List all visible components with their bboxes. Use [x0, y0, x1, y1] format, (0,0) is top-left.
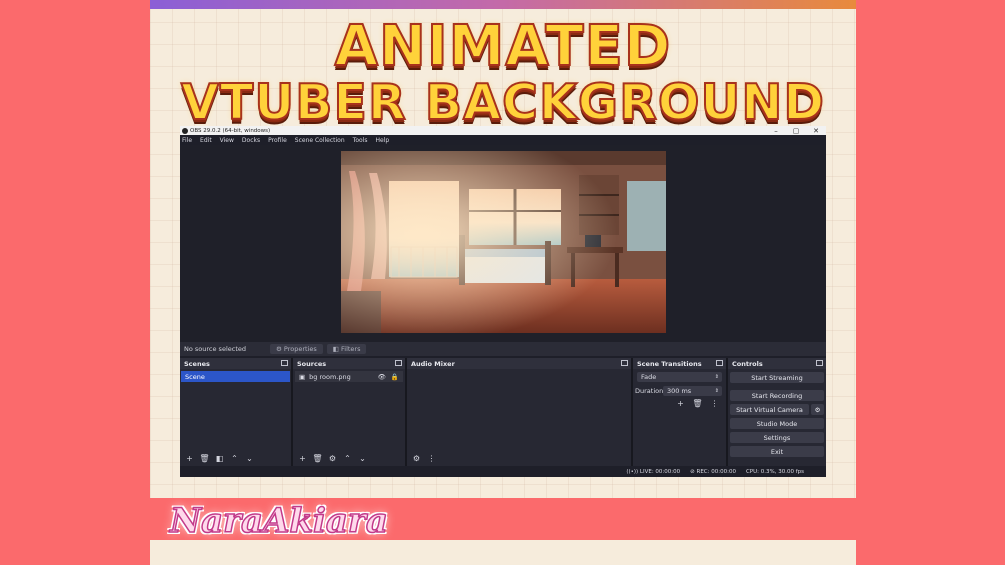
chevron-updown-icon: ⇕ — [714, 388, 719, 394]
room-background-image — [341, 151, 666, 333]
room-illustration — [341, 151, 666, 333]
filters-button[interactable]: ◧ Filters — [326, 344, 367, 354]
menu-profile[interactable]: Profile — [268, 137, 287, 144]
menu-help[interactable]: Help — [375, 137, 389, 144]
image-icon: ▣ — [299, 372, 306, 381]
eye-icon[interactable]: 👁 — [378, 373, 386, 381]
title-bar: OBS 29.0.2 (64-bit, windows) – ▢ ✕ — [180, 126, 826, 135]
menu-docks[interactable]: Docks — [242, 137, 260, 144]
headline-line-1: ANIMATED — [334, 13, 672, 80]
scenes-dock: Scenes Scene + 🗑 ◧ ⌃ ⌄ — [180, 358, 291, 468]
window-title: OBS 29.0.2 (64-bit, windows) — [190, 127, 271, 134]
signature-logo: NaraAkiara — [169, 500, 388, 542]
no-source-label: No source selected — [184, 345, 246, 353]
sources-dock: Sources ▣ bg room.png 👁 🔒 + 🗑 ⚙ ⌃ ⌄ — [293, 358, 405, 468]
headline-line-2: VTUBER BACKGROUND — [180, 73, 826, 132]
scenes-title: Scenes — [184, 359, 210, 368]
gear-icon[interactable]: ⚙ — [327, 454, 338, 464]
chevron-down-icon[interactable]: ⌄ — [357, 454, 368, 464]
live-time: LIVE: 00:00:00 — [639, 468, 681, 475]
undock-icon[interactable] — [816, 360, 823, 366]
trash-icon[interactable]: 🗑 — [692, 399, 703, 409]
trash-icon[interactable]: 🗑 — [199, 454, 210, 464]
add-icon[interactable]: + — [297, 454, 308, 464]
filters-label: Filters — [341, 345, 361, 353]
audio-mixer-dock: Audio Mixer ⚙ ⋮ — [407, 358, 631, 468]
filter-icon[interactable]: ◧ — [214, 454, 225, 464]
trash-icon[interactable]: 🗑 — [312, 454, 323, 464]
menu-file[interactable]: File — [182, 137, 192, 144]
advanced-audio-icon[interactable]: ⚙ — [411, 454, 422, 464]
audio-mixer-title: Audio Mixer — [411, 359, 455, 368]
close-button[interactable]: ✕ — [806, 127, 826, 135]
maximize-button[interactable]: ▢ — [786, 127, 806, 135]
undock-icon[interactable] — [281, 360, 288, 366]
gear-icon: ⚙ — [276, 345, 282, 353]
menu-tools[interactable]: Tools — [353, 137, 368, 144]
add-icon[interactable]: + — [184, 454, 195, 464]
menu-scene-collection[interactable]: Scene Collection — [295, 137, 345, 144]
record-icon: ⊘ — [690, 468, 695, 475]
undock-icon[interactable] — [621, 360, 628, 366]
more-icon[interactable]: ⋮ — [709, 399, 720, 409]
controls-title: Controls — [732, 359, 763, 368]
duration-label: Duration — [635, 387, 664, 395]
add-icon[interactable]: + — [675, 399, 686, 409]
chevron-up-icon[interactable]: ⌃ — [342, 454, 353, 464]
transition-select[interactable]: Fade ⇕ — [637, 372, 722, 382]
studio-mode-button[interactable]: Studio Mode — [730, 418, 824, 429]
rec-time: REC: 00:00:00 — [696, 468, 736, 475]
virtual-camera-settings-button[interactable]: ⚙ — [811, 404, 824, 415]
scene-item[interactable]: Scene — [181, 371, 290, 382]
scene-transitions-title: Scene Transitions — [637, 359, 702, 368]
preview-area[interactable] — [180, 145, 826, 343]
sources-title: Sources — [297, 359, 327, 368]
scene-item-label: Scene — [185, 372, 205, 381]
chevron-up-icon[interactable]: ⌃ — [229, 454, 240, 464]
duration-spinbox[interactable]: 300 ms ⇕ — [663, 386, 722, 396]
gear-icon: ⚙ — [814, 405, 821, 414]
chevron-down-icon[interactable]: ⌄ — [244, 454, 255, 464]
status-bar: ((•)) LIVE: 00:00:00 ⊘ REC: 00:00:00 CPU… — [180, 466, 826, 477]
exit-button[interactable]: Exit — [730, 446, 824, 457]
start-recording-button[interactable]: Start Recording — [730, 390, 824, 401]
menu-edit[interactable]: Edit — [200, 137, 212, 144]
scene-transitions-dock: Scene Transitions Fade ⇕ Duration 300 ms… — [633, 358, 726, 468]
transition-value: Fade — [641, 373, 657, 381]
properties-label: Properties — [283, 345, 317, 353]
obs-app-icon — [182, 127, 188, 134]
rec-status: ⊘ REC: 00:00:00 — [690, 469, 736, 475]
source-item[interactable]: ▣ bg room.png 👁 🔒 — [295, 371, 403, 382]
settings-button[interactable]: Settings — [730, 432, 824, 443]
properties-button[interactable]: ⚙ Properties — [270, 344, 323, 354]
undock-icon[interactable] — [395, 360, 402, 366]
menu-bar: File Edit View Docks Profile Scene Colle… — [180, 135, 826, 145]
lock-icon[interactable]: 🔒 — [391, 373, 399, 381]
controls-dock: Controls Start Streaming Start Recording… — [728, 358, 826, 468]
start-streaming-button[interactable]: Start Streaming — [730, 372, 824, 383]
undock-icon[interactable] — [716, 360, 723, 366]
source-toolbar: No source selected ⚙ Properties ◧ Filter… — [180, 342, 826, 356]
more-icon[interactable]: ⋮ — [426, 454, 437, 464]
duration-value: 300 ms — [667, 387, 692, 395]
chevron-updown-icon: ⇕ — [714, 374, 719, 380]
card-top-stripe — [150, 0, 856, 9]
obs-window: OBS 29.0.2 (64-bit, windows) – ▢ ✕ File … — [180, 126, 826, 477]
filter-icon: ◧ — [332, 345, 339, 353]
menu-view[interactable]: View — [220, 137, 234, 144]
source-item-label: bg room.png — [309, 372, 351, 381]
minimize-button[interactable]: – — [766, 127, 786, 135]
live-status: ((•)) LIVE: 00:00:00 — [626, 469, 680, 475]
broadcast-icon: ((•)) — [626, 468, 639, 475]
cpu-status: CPU: 0.3%, 30.00 fps — [745, 468, 804, 475]
start-virtual-camera-button[interactable]: Start Virtual Camera — [730, 404, 809, 415]
